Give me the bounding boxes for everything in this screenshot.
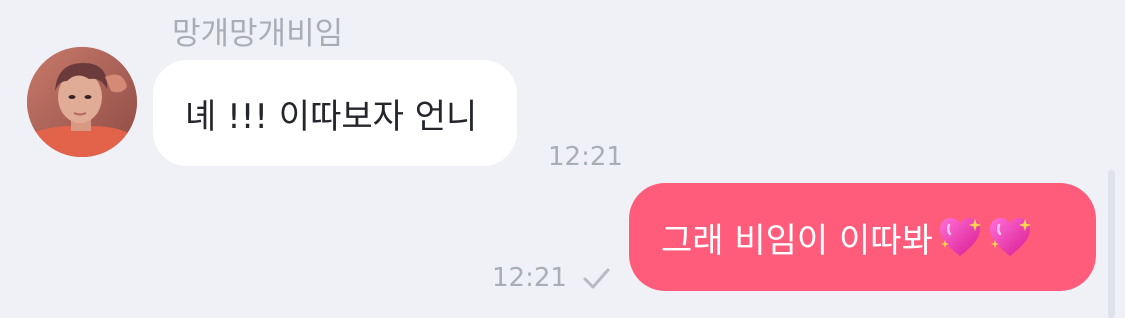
outgoing-message-text: 그래 비임이 이따봐 (661, 220, 933, 261)
incoming-message-bubble[interactable]: 녜 !!! 이따보자 언니 (153, 60, 517, 166)
outgoing-message-bubble[interactable]: 그래 비임이 이따봐 (629, 183, 1096, 291)
sender-name: 망개망개비임 (172, 16, 344, 52)
chat-view: 망개망개비임 녜 !!! 이따보자 언니 12:21 12:21 그래 비임이 … (0, 0, 1125, 318)
sparkling-heart-icon (937, 216, 983, 258)
scrollbar[interactable] (1108, 170, 1115, 318)
avatar-image (27, 47, 137, 157)
sparkling-heart-icon (987, 216, 1033, 258)
check-icon (583, 268, 610, 289)
avatar[interactable] (27, 47, 137, 157)
incoming-message-time: 12:21 (548, 142, 623, 172)
outgoing-message-time: 12:21 (492, 263, 567, 293)
incoming-message-text: 녜 !!! 이따보자 언니 (185, 96, 478, 137)
